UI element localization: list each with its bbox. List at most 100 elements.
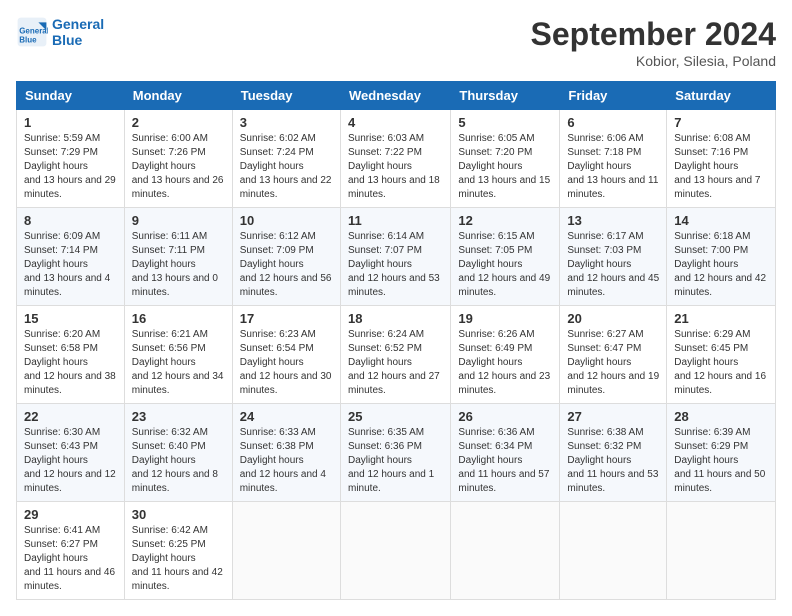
calendar-cell: 19 Sunrise: 6:26 AM Sunset: 6:49 PM Dayl…: [451, 306, 560, 404]
calendar-week-row: 15 Sunrise: 6:20 AM Sunset: 6:58 PM Dayl…: [17, 306, 776, 404]
calendar-cell: [340, 502, 450, 600]
calendar-week-row: 22 Sunrise: 6:30 AM Sunset: 6:43 PM Dayl…: [17, 404, 776, 502]
calendar-cell: 29 Sunrise: 6:41 AM Sunset: 6:27 PM Dayl…: [17, 502, 125, 600]
day-number: 24: [240, 409, 333, 424]
calendar-cell: 26 Sunrise: 6:36 AM Sunset: 6:34 PM Dayl…: [451, 404, 560, 502]
day-number: 8: [24, 213, 117, 228]
logo-text: GeneralBlue: [52, 16, 104, 48]
day-detail: Sunrise: 6:11 AM Sunset: 7:11 PM Dayligh…: [132, 230, 225, 300]
calendar-cell: 30 Sunrise: 6:42 AM Sunset: 6:25 PM Dayl…: [124, 502, 232, 600]
day-detail: Sunrise: 6:12 AM Sunset: 7:09 PM Dayligh…: [240, 230, 333, 300]
month-title: September 2024: [531, 16, 776, 53]
day-number: 3: [240, 115, 333, 130]
day-detail: Sunrise: 6:38 AM Sunset: 6:32 PM Dayligh…: [567, 426, 659, 496]
day-detail: Sunrise: 6:26 AM Sunset: 6:49 PM Dayligh…: [458, 328, 552, 398]
calendar-cell: 1 Sunrise: 5:59 AM Sunset: 7:29 PM Dayli…: [17, 110, 125, 208]
day-detail: Sunrise: 6:18 AM Sunset: 7:00 PM Dayligh…: [674, 230, 768, 300]
calendar-table: SundayMondayTuesdayWednesdayThursdayFrid…: [16, 81, 776, 600]
day-detail: Sunrise: 6:27 AM Sunset: 6:47 PM Dayligh…: [567, 328, 659, 398]
day-number: 20: [567, 311, 659, 326]
location: Kobior, Silesia, Poland: [531, 53, 776, 69]
day-number: 6: [567, 115, 659, 130]
day-detail: Sunrise: 6:20 AM Sunset: 6:58 PM Dayligh…: [24, 328, 117, 398]
calendar-cell: 17 Sunrise: 6:23 AM Sunset: 6:54 PM Dayl…: [232, 306, 340, 404]
day-number: 26: [458, 409, 552, 424]
calendar-cell: 23 Sunrise: 6:32 AM Sunset: 6:40 PM Dayl…: [124, 404, 232, 502]
svg-text:Blue: Blue: [19, 35, 37, 44]
day-number: 10: [240, 213, 333, 228]
day-number: 1: [24, 115, 117, 130]
calendar-cell: 8 Sunrise: 6:09 AM Sunset: 7:14 PM Dayli…: [17, 208, 125, 306]
calendar-cell: [232, 502, 340, 600]
day-detail: Sunrise: 5:59 AM Sunset: 7:29 PM Dayligh…: [24, 132, 117, 202]
calendar-cell: 13 Sunrise: 6:17 AM Sunset: 7:03 PM Dayl…: [560, 208, 667, 306]
day-number: 17: [240, 311, 333, 326]
day-number: 16: [132, 311, 225, 326]
day-number: 5: [458, 115, 552, 130]
day-number: 23: [132, 409, 225, 424]
calendar-cell: 27 Sunrise: 6:38 AM Sunset: 6:32 PM Dayl…: [560, 404, 667, 502]
calendar-cell: 3 Sunrise: 6:02 AM Sunset: 7:24 PM Dayli…: [232, 110, 340, 208]
weekday-header-saturday: Saturday: [667, 82, 776, 110]
svg-text:General: General: [19, 27, 48, 36]
weekday-header-sunday: Sunday: [17, 82, 125, 110]
day-number: 14: [674, 213, 768, 228]
day-detail: Sunrise: 6:14 AM Sunset: 7:07 PM Dayligh…: [348, 230, 443, 300]
day-number: 13: [567, 213, 659, 228]
logo: General Blue GeneralBlue: [16, 16, 104, 48]
calendar-cell: 9 Sunrise: 6:11 AM Sunset: 7:11 PM Dayli…: [124, 208, 232, 306]
day-detail: Sunrise: 6:17 AM Sunset: 7:03 PM Dayligh…: [567, 230, 659, 300]
day-detail: Sunrise: 6:42 AM Sunset: 6:25 PM Dayligh…: [132, 524, 225, 594]
calendar-week-row: 1 Sunrise: 5:59 AM Sunset: 7:29 PM Dayli…: [17, 110, 776, 208]
calendar-week-row: 8 Sunrise: 6:09 AM Sunset: 7:14 PM Dayli…: [17, 208, 776, 306]
day-detail: Sunrise: 6:39 AM Sunset: 6:29 PM Dayligh…: [674, 426, 768, 496]
calendar-week-row: 29 Sunrise: 6:41 AM Sunset: 6:27 PM Dayl…: [17, 502, 776, 600]
calendar-cell: [451, 502, 560, 600]
day-number: 30: [132, 507, 225, 522]
day-detail: Sunrise: 6:08 AM Sunset: 7:16 PM Dayligh…: [674, 132, 768, 202]
weekday-header-friday: Friday: [560, 82, 667, 110]
calendar-cell: 22 Sunrise: 6:30 AM Sunset: 6:43 PM Dayl…: [17, 404, 125, 502]
day-detail: Sunrise: 6:32 AM Sunset: 6:40 PM Dayligh…: [132, 426, 225, 496]
calendar-cell: 20 Sunrise: 6:27 AM Sunset: 6:47 PM Dayl…: [560, 306, 667, 404]
weekday-header-monday: Monday: [124, 82, 232, 110]
weekday-header-thursday: Thursday: [451, 82, 560, 110]
day-number: 19: [458, 311, 552, 326]
day-number: 2: [132, 115, 225, 130]
day-detail: Sunrise: 6:03 AM Sunset: 7:22 PM Dayligh…: [348, 132, 443, 202]
calendar-cell: 14 Sunrise: 6:18 AM Sunset: 7:00 PM Dayl…: [667, 208, 776, 306]
calendar-cell: 21 Sunrise: 6:29 AM Sunset: 6:45 PM Dayl…: [667, 306, 776, 404]
day-detail: Sunrise: 6:21 AM Sunset: 6:56 PM Dayligh…: [132, 328, 225, 398]
day-number: 21: [674, 311, 768, 326]
day-detail: Sunrise: 6:15 AM Sunset: 7:05 PM Dayligh…: [458, 230, 552, 300]
day-detail: Sunrise: 6:02 AM Sunset: 7:24 PM Dayligh…: [240, 132, 333, 202]
day-detail: Sunrise: 6:09 AM Sunset: 7:14 PM Dayligh…: [24, 230, 117, 300]
day-detail: Sunrise: 6:30 AM Sunset: 6:43 PM Dayligh…: [24, 426, 117, 496]
day-number: 12: [458, 213, 552, 228]
day-detail: Sunrise: 6:29 AM Sunset: 6:45 PM Dayligh…: [674, 328, 768, 398]
day-number: 15: [24, 311, 117, 326]
calendar-cell: 16 Sunrise: 6:21 AM Sunset: 6:56 PM Dayl…: [124, 306, 232, 404]
day-detail: Sunrise: 6:36 AM Sunset: 6:34 PM Dayligh…: [458, 426, 552, 496]
calendar-cell: 12 Sunrise: 6:15 AM Sunset: 7:05 PM Dayl…: [451, 208, 560, 306]
day-detail: Sunrise: 6:06 AM Sunset: 7:18 PM Dayligh…: [567, 132, 659, 202]
calendar-cell: 7 Sunrise: 6:08 AM Sunset: 7:16 PM Dayli…: [667, 110, 776, 208]
day-number: 29: [24, 507, 117, 522]
calendar-cell: 10 Sunrise: 6:12 AM Sunset: 7:09 PM Dayl…: [232, 208, 340, 306]
weekday-header-tuesday: Tuesday: [232, 82, 340, 110]
day-number: 25: [348, 409, 443, 424]
calendar-cell: [560, 502, 667, 600]
calendar-cell: 28 Sunrise: 6:39 AM Sunset: 6:29 PM Dayl…: [667, 404, 776, 502]
day-detail: Sunrise: 6:23 AM Sunset: 6:54 PM Dayligh…: [240, 328, 333, 398]
calendar-header-row: SundayMondayTuesdayWednesdayThursdayFrid…: [17, 82, 776, 110]
day-number: 22: [24, 409, 117, 424]
calendar-cell: 25 Sunrise: 6:35 AM Sunset: 6:36 PM Dayl…: [340, 404, 450, 502]
day-number: 4: [348, 115, 443, 130]
day-detail: Sunrise: 6:00 AM Sunset: 7:26 PM Dayligh…: [132, 132, 225, 202]
calendar-cell: [667, 502, 776, 600]
day-number: 27: [567, 409, 659, 424]
logo-icon: General Blue: [16, 16, 48, 48]
day-number: 18: [348, 311, 443, 326]
day-detail: Sunrise: 6:41 AM Sunset: 6:27 PM Dayligh…: [24, 524, 117, 594]
day-detail: Sunrise: 6:35 AM Sunset: 6:36 PM Dayligh…: [348, 426, 443, 496]
